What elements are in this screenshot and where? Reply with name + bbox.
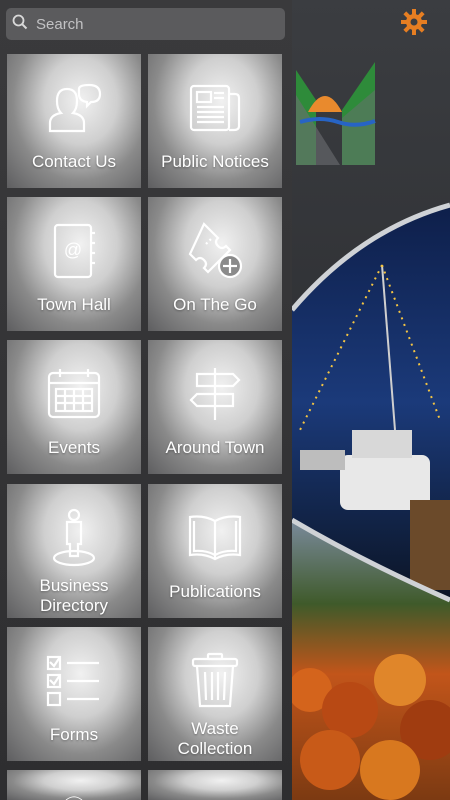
tile-label: Public Notices xyxy=(161,152,269,171)
tile-contact-us[interactable]: Contact Us xyxy=(7,54,141,188)
search-icon xyxy=(12,14,28,35)
tile-label: On The Go xyxy=(173,295,257,314)
tile-label: Contact Us xyxy=(31,152,117,171)
calendar-icon xyxy=(44,364,104,424)
menu-drawer: Contact Us Public Notices xyxy=(0,0,292,800)
tile-publications[interactable]: Publications xyxy=(148,484,282,618)
ticket-add-icon xyxy=(185,221,245,281)
person-pin-icon xyxy=(44,508,104,568)
tile-town-hall[interactable]: @ Town Hall xyxy=(7,197,141,331)
signpost-icon xyxy=(185,364,245,424)
tile-label: Events xyxy=(48,438,100,457)
svg-text:@: @ xyxy=(64,240,82,260)
checklist-icon xyxy=(44,651,104,711)
search-bar[interactable] xyxy=(6,8,285,40)
tile-on-the-go[interactable]: On The Go xyxy=(148,197,282,331)
tile-business-directory[interactable]: Business Directory xyxy=(7,484,141,618)
partial-icon xyxy=(65,796,83,800)
search-input[interactable] xyxy=(34,14,278,34)
tile-label: Town Hall xyxy=(37,295,111,314)
tile-around-town[interactable]: Around Town xyxy=(148,340,282,474)
tile-partial-right[interactable] xyxy=(148,770,282,800)
address-book-icon: @ xyxy=(44,221,104,281)
newspaper-icon xyxy=(185,78,245,138)
tile-label: Waste Collection xyxy=(177,719,253,758)
trash-icon xyxy=(185,651,245,711)
tile-label: Business Directory xyxy=(39,576,109,615)
tile-forms[interactable]: Forms xyxy=(7,627,141,761)
tile-label: Around Town xyxy=(165,438,265,457)
contact-icon xyxy=(44,78,104,138)
settings-gear-icon[interactable] xyxy=(400,8,428,36)
tile-partial-left[interactable] xyxy=(7,770,141,800)
tile-label: Publications xyxy=(169,582,261,601)
book-icon xyxy=(185,508,245,568)
tile-waste-collection[interactable]: Waste Collection xyxy=(148,627,282,761)
tile-label: Forms xyxy=(49,725,99,744)
tile-events[interactable]: Events xyxy=(7,340,141,474)
tile-public-notices[interactable]: Public Notices xyxy=(148,54,282,188)
